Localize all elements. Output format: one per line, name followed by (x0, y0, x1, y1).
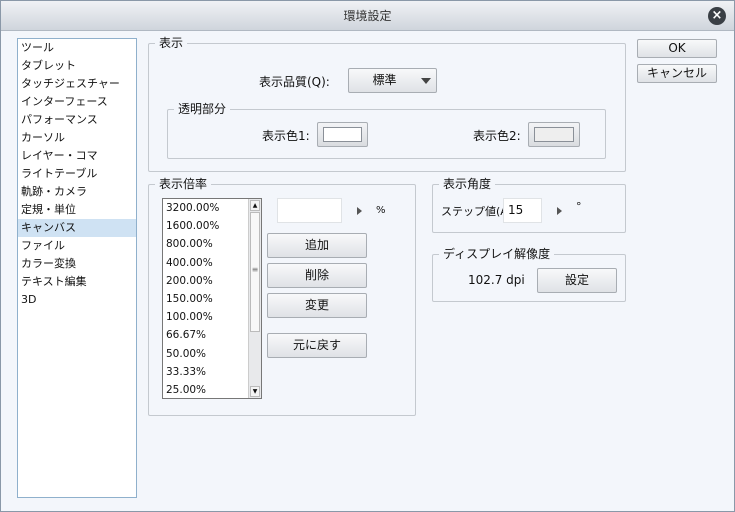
color2-swatch[interactable] (528, 122, 580, 147)
display-group-label: 表示 (155, 36, 188, 50)
quality-value: 標準 (372, 73, 397, 87)
zoom-level-item[interactable]: 200.00% (163, 272, 261, 290)
scroll-down-icon[interactable]: ▼ (250, 386, 260, 397)
zoom-level-item[interactable]: 800.00% (163, 235, 261, 253)
sidebar-item[interactable]: カーソル (18, 129, 136, 147)
close-icon[interactable]: × (708, 7, 726, 25)
zoom-level-item[interactable]: 3200.00% (163, 199, 261, 217)
zoom-level-item[interactable]: 33.33% (163, 363, 261, 381)
sidebar-item[interactable]: タブレット (18, 57, 136, 75)
zoom-group-label: 表示倍率 (155, 177, 212, 191)
sidebar-item[interactable]: カラー変換 (18, 255, 136, 273)
zoom-level-list[interactable]: 3200.00% 1600.00% 800.00% 400.00% 200.00% 150… (162, 198, 262, 399)
reset-button[interactable]: 元に戻す (267, 333, 367, 358)
cancel-button[interactable]: キャンセル (637, 64, 717, 83)
color1-label: 表示色1: (262, 129, 310, 143)
zoom-level-item[interactable]: 66.67% (163, 326, 261, 344)
zoom-level-item[interactable]: 100.00% (163, 308, 261, 326)
sidebar-item[interactable]: レイヤー・コマ (18, 147, 136, 165)
preferences-dialog: 環境設定 × ツール タブレット タッチジェスチャー インターフェース パフォーマンスカ… (0, 0, 735, 512)
zoom-level-item[interactable]: 400.00% (163, 254, 261, 272)
add-button[interactable]: 追加 (267, 233, 367, 258)
sidebar-item[interactable]: インターフェース (18, 93, 136, 111)
category-list[interactable]: ツール タブレット タッチジェスチャー インターフェース パフォーマンス カーソル レイヤー… (17, 38, 137, 498)
angle-group-label: 表示角度 (439, 177, 496, 191)
sidebar-item[interactable]: 定規・単位 (18, 201, 136, 219)
scroll-up-icon[interactable]: ▲ (250, 200, 260, 211)
sidebar-item[interactable]: テキスト編集 (18, 273, 136, 291)
play-arrow-icon[interactable] (357, 207, 362, 215)
sidebar-item[interactable]: キャンバス (18, 219, 136, 237)
sidebar-item[interactable]: ファイル (18, 237, 136, 255)
sidebar-item[interactable]: ツール (18, 39, 136, 57)
step-input[interactable]: 15 (503, 198, 542, 223)
color2-label: 表示色2: (473, 129, 521, 143)
angle-unit: ° (576, 200, 582, 213)
quality-label: 表示品質(Q): (259, 75, 330, 89)
chevron-down-icon (421, 78, 431, 84)
ok-button[interactable]: OK (637, 39, 717, 58)
play-arrow-icon[interactable] (557, 207, 562, 215)
zoom-unit: % (376, 205, 386, 216)
change-button[interactable]: 変更 (267, 293, 367, 318)
sidebar-item[interactable]: パフォーマンス (18, 111, 136, 129)
transparent-group-label: 透明部分 (174, 102, 231, 116)
quality-dropdown[interactable]: 標準 (348, 68, 437, 93)
set-resolution-button[interactable]: 設定 (537, 268, 617, 293)
sidebar-item[interactable]: ライトテーブル (18, 165, 136, 183)
delete-button[interactable]: 削除 (267, 263, 367, 288)
zoom-input[interactable] (277, 198, 342, 223)
resolution-value: 102.7 dpi (468, 273, 525, 287)
scrollbar[interactable]: ▲ ≡ ▼ (248, 199, 261, 398)
sidebar-item[interactable]: タッチジェスチャー (18, 75, 136, 93)
zoom-level-item[interactable]: 1600.00% (163, 217, 261, 235)
scroll-thumb[interactable]: ≡ (250, 212, 260, 332)
sidebar-item[interactable]: 3D (18, 291, 136, 309)
title-bar: 環境設定 (1, 1, 734, 31)
resolution-group-label: ディスプレイ解像度 (439, 247, 555, 261)
sidebar-item[interactable]: 軌跡・カメラ (18, 183, 136, 201)
color1-swatch[interactable] (317, 122, 368, 147)
zoom-level-item[interactable]: 25.00% (163, 381, 261, 399)
zoom-level-item[interactable]: 150.00% (163, 290, 261, 308)
zoom-level-item[interactable]: 50.00% (163, 345, 261, 363)
